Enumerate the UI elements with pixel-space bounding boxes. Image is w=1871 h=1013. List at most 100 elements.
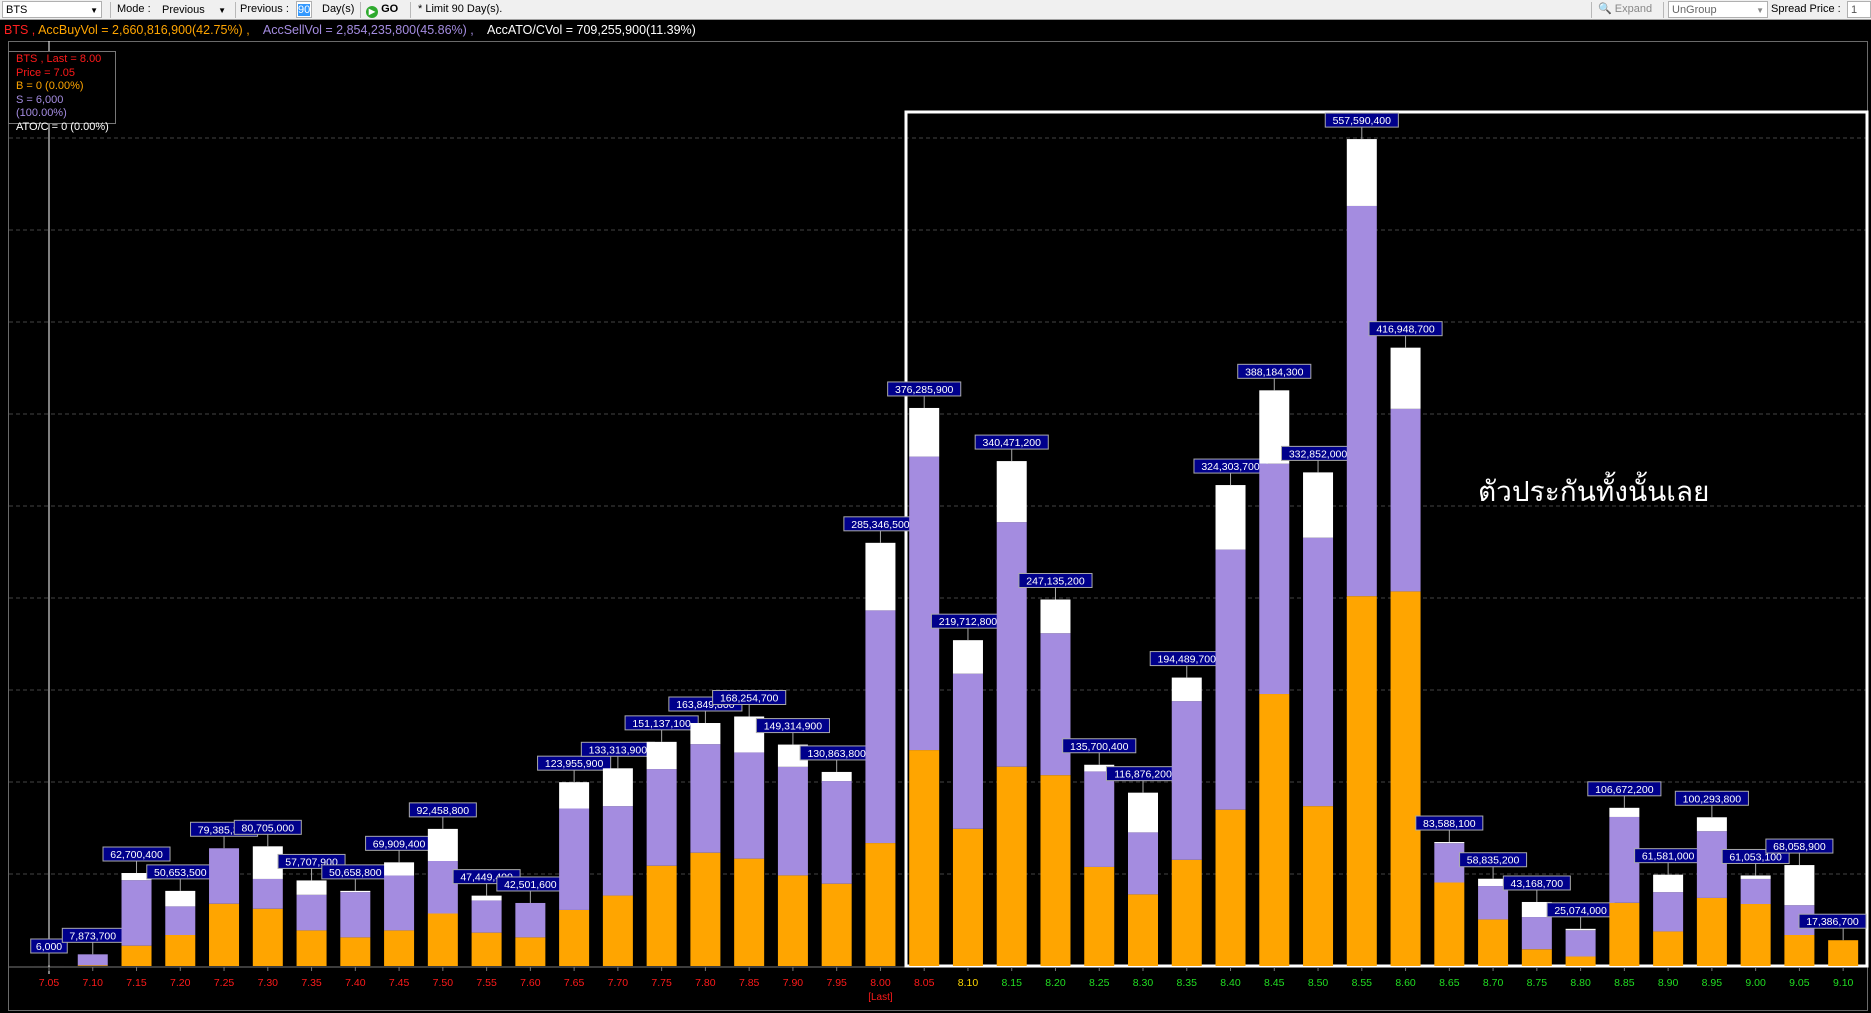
x-tick-label: 8.80: [1570, 977, 1591, 989]
bar-sell-segment: [1740, 878, 1771, 905]
data-label: 80,705,000: [242, 822, 295, 834]
data-label: 25,074,000: [1554, 905, 1607, 917]
bar-buy-segment: [77, 965, 108, 966]
bar-ato-segment: [909, 407, 940, 457]
bar-sell-segment: [1346, 205, 1377, 597]
bar-buy-segment: [1565, 956, 1596, 966]
x-tick-label: 8.75: [1527, 977, 1548, 989]
data-label: 50,658,800: [329, 867, 382, 879]
x-tick-label: 8.70: [1483, 977, 1504, 989]
bar-buy-segment: [1784, 935, 1815, 966]
bar-ato-segment: [952, 640, 983, 674]
data-label: 133,313,900: [589, 744, 648, 756]
bar-buy-segment: [471, 932, 502, 966]
bar-buy-segment: [1390, 591, 1421, 966]
x-tick-label: 8.65: [1439, 977, 1460, 989]
bar-ato-segment: [1434, 842, 1465, 844]
bar-sell-segment: [471, 900, 502, 933]
bar-sell-segment: [1084, 771, 1115, 867]
data-label: 17,386,700: [1806, 916, 1859, 928]
data-label: 416,948,700: [1376, 324, 1435, 336]
bar-ato-segment: [559, 782, 590, 809]
bar-buy-segment: [209, 903, 240, 966]
data-label: 83,588,100: [1423, 818, 1476, 830]
data-label: 100,293,800: [1683, 793, 1742, 805]
data-label: 151,137,100: [632, 718, 691, 730]
data-label: 92,458,800: [417, 805, 470, 817]
bar-sell-segment: [909, 456, 940, 751]
bar-sell-segment: [1040, 633, 1071, 776]
bar-ato-segment: [1740, 875, 1771, 879]
data-label: 332,852,000: [1289, 448, 1348, 460]
bar-buy-segment: [646, 865, 677, 966]
bar-buy-segment: [252, 908, 283, 966]
x-tick-label: 8.20: [1045, 977, 1066, 989]
bar-sell-segment: [384, 875, 415, 931]
bar-sell-segment: [1653, 892, 1684, 932]
bar-buy-segment: [1740, 904, 1771, 966]
data-label: 285,346,500: [851, 519, 910, 531]
bar-ato-segment: [1040, 599, 1071, 634]
x-tick-label: 7.20: [170, 977, 191, 989]
bar-buy-segment: [602, 895, 633, 966]
data-label: 324,303,700: [1201, 461, 1260, 473]
bar-ato-segment: [1653, 874, 1684, 893]
bar-sell-segment: [1390, 408, 1421, 592]
x-tick-label: 7.95: [826, 977, 847, 989]
data-label: 135,700,400: [1070, 741, 1129, 753]
bar-buy-segment: [865, 843, 896, 966]
x-tick-label: 9.10: [1833, 977, 1854, 989]
data-label: 149,314,900: [764, 721, 823, 733]
bar-buy-segment: [340, 937, 371, 966]
bar-buy-segment: [384, 930, 415, 966]
bar-sell-segment: [1521, 917, 1552, 950]
x-tick-label: 9.05: [1789, 977, 1810, 989]
x-tick-label: 7.90: [783, 977, 804, 989]
bar-buy-segment: [1521, 949, 1552, 966]
bar-sell-segment: [646, 769, 677, 866]
data-label: 194,489,700: [1158, 654, 1217, 666]
bar-buy-segment: [777, 875, 808, 966]
bar-sell-segment: [865, 610, 896, 844]
bar-buy-segment: [952, 828, 983, 966]
x-tick-label: 8.95: [1702, 977, 1723, 989]
data-label: 388,184,300: [1245, 366, 1304, 378]
bar-buy-segment: [1478, 919, 1509, 966]
data-label: 6,000: [36, 941, 62, 953]
bar-ato-segment: [1565, 928, 1596, 931]
bar-sell-segment: [602, 806, 633, 896]
data-label: 62,700,400: [110, 849, 163, 861]
x-tick-label: 8.40: [1220, 977, 1241, 989]
bar-sell-segment: [252, 878, 283, 909]
bar-buy-segment: [1215, 809, 1246, 966]
bar-ato-segment: [340, 890, 371, 893]
bar-ato-segment: [821, 771, 852, 782]
x-tick-label: 7.10: [83, 977, 104, 989]
x-tick-label: 8.00: [870, 977, 891, 989]
x-tick-label: 7.45: [389, 977, 410, 989]
legend-last: BTS , Last = 8.00: [16, 53, 102, 65]
x-tick-label: 7.15: [126, 977, 147, 989]
bar-ato-segment: [296, 880, 327, 895]
bar-buy-segment: [559, 909, 590, 966]
bar-ato-segment: [646, 741, 677, 770]
data-label: 7,873,700: [69, 930, 116, 942]
bar-sell-segment: [777, 766, 808, 876]
bar-buy-segment: [734, 858, 765, 966]
data-label: 376,285,900: [895, 384, 954, 396]
bar-sell-segment: [1478, 886, 1509, 920]
data-label: 58,835,200: [1467, 855, 1520, 867]
bar-sell-segment: [952, 673, 983, 829]
bar-sell-segment: [165, 906, 196, 936]
bar-sell-segment: [1696, 831, 1727, 898]
bar-sell-segment: [559, 808, 590, 910]
bar-ato-segment: [1303, 472, 1334, 538]
x-tick-label: 8.25: [1089, 977, 1110, 989]
data-label: 43,168,700: [1511, 878, 1564, 890]
x-tick-label: 7.05: [39, 977, 60, 989]
bar-buy-segment: [996, 766, 1027, 966]
bar-ato-segment: [865, 542, 896, 611]
bar-ato-segment: [1346, 139, 1377, 206]
bar-buy-segment: [1828, 940, 1859, 966]
bar-ato-segment: [1696, 817, 1727, 832]
